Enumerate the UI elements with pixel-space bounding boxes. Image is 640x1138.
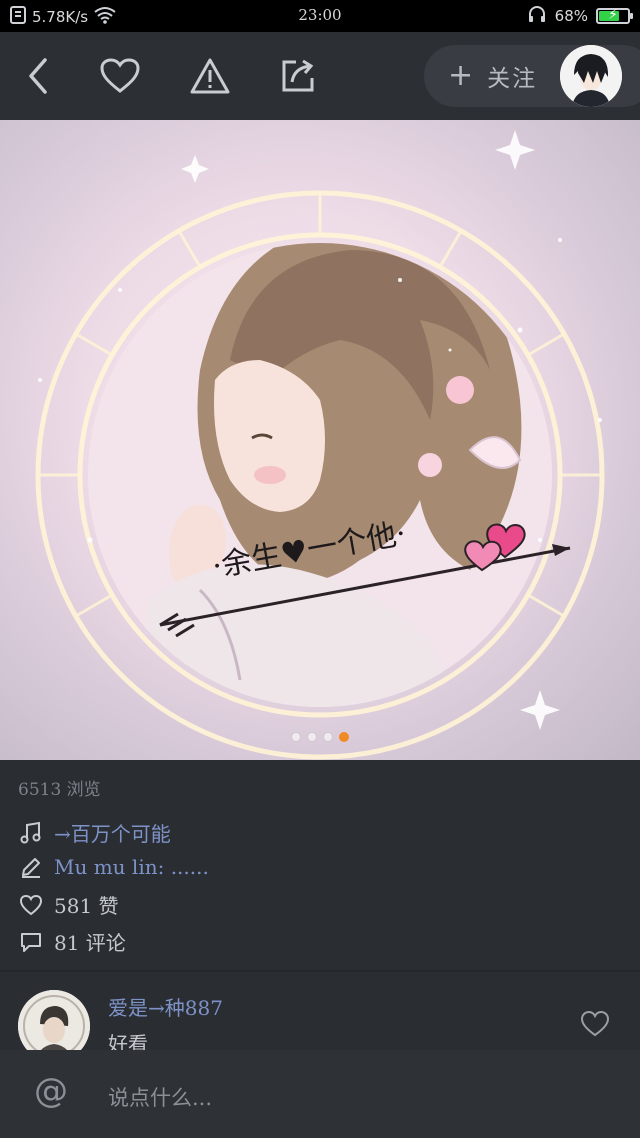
follow-label: 关注 (487, 66, 538, 92)
comment-text: 好看 (108, 1032, 148, 1050)
comments-row[interactable]: 81 评论 (18, 927, 126, 956)
comment-like-button[interactable] (580, 1010, 610, 1040)
share-button[interactable] (274, 52, 322, 100)
back-button[interactable] (14, 52, 62, 100)
likes-count: 581 赞 (54, 894, 119, 918)
author-line[interactable]: Mu mu lin: ...... (54, 855, 209, 879)
music-row[interactable]: →百万个可能 (18, 818, 171, 847)
warning-icon (190, 58, 230, 94)
top-nav: + 关注 (0, 32, 640, 120)
comment-bubble-icon (18, 929, 44, 955)
pencil-icon (18, 854, 44, 880)
comments-count: 81 评论 (54, 931, 126, 955)
at-mention-icon[interactable]: @ (34, 1074, 68, 1108)
page-dot[interactable] (323, 732, 333, 742)
headset-icon (527, 5, 547, 27)
view-count: 6513 浏览 (18, 780, 101, 800)
music-note-icon (18, 820, 44, 846)
heart-outline-icon (18, 892, 44, 918)
likes-row[interactable]: 581 赞 (18, 890, 119, 919)
author-avatar[interactable] (560, 45, 622, 107)
post-image[interactable]: ·余生♥一个他· (0, 120, 640, 760)
page-indicator (0, 732, 640, 742)
author-row[interactable]: Mu mu lin: ...... (18, 854, 209, 880)
heart-icon (580, 1010, 610, 1037)
report-button[interactable] (186, 52, 234, 100)
status-bar: 5.78K/s 23:00 68% ⚡ (0, 0, 640, 32)
commenter-avatar[interactable] (18, 990, 90, 1050)
share-icon (282, 59, 314, 92)
comment-input-bar: @ 说点什么... (0, 1050, 640, 1138)
heart-icon (100, 58, 140, 93)
illustration (0, 120, 640, 760)
music-title[interactable]: →百万个可能 (54, 818, 171, 847)
comment-input[interactable]: 说点什么... (108, 1082, 212, 1112)
like-button[interactable] (96, 52, 144, 100)
battery-icon: ⚡ (596, 7, 633, 24)
post-info: 6513 浏览 →百万个可能 Mu mu lin: ...... 581 赞 8… (0, 760, 640, 970)
page-dot[interactable] (291, 732, 301, 742)
back-icon (29, 58, 47, 94)
commenter-name[interactable]: 爱是→种887 (108, 992, 223, 1021)
charging-icon: ⚡ (608, 7, 618, 23)
page-dot[interactable] (307, 732, 317, 742)
battery-percent: 68% (554, 7, 588, 25)
page-dot[interactable] (339, 732, 349, 742)
comment-item[interactable]: 爱是→种887 好看 (0, 972, 640, 1050)
plus-icon: + (448, 58, 474, 93)
